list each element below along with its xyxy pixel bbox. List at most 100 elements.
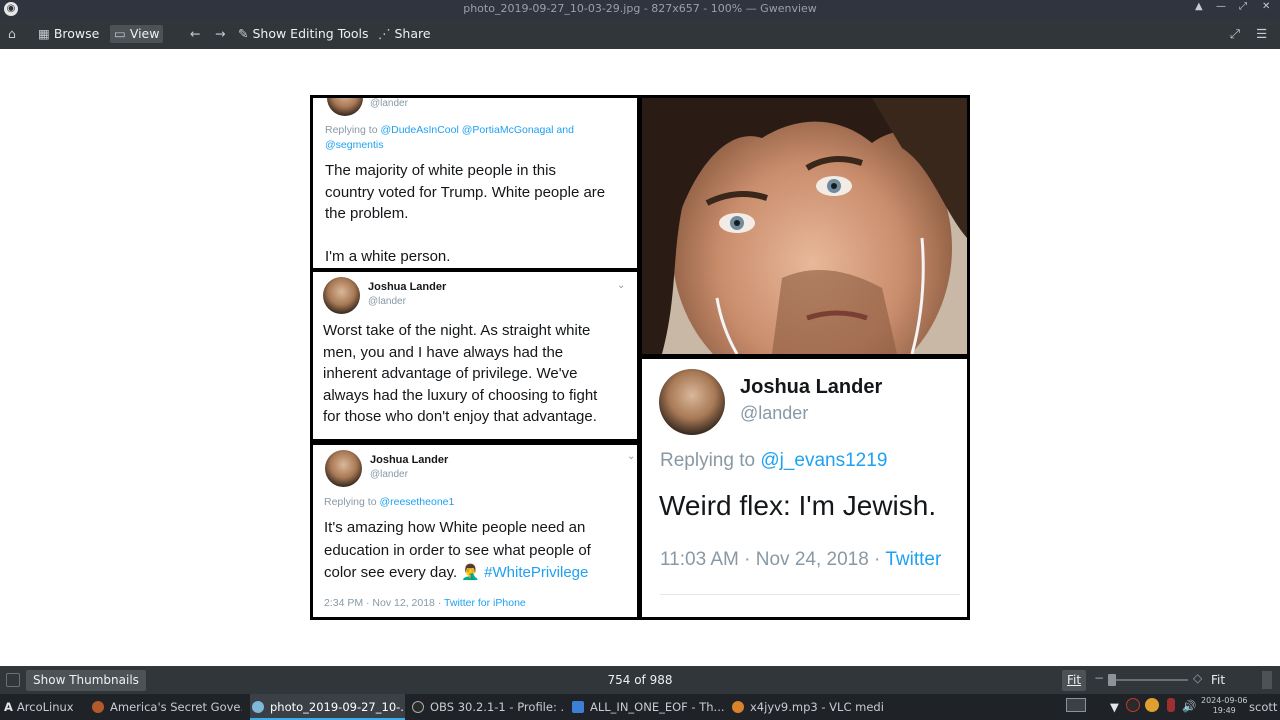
tweet-line: The majority of white people in this	[325, 162, 556, 179]
tweet-author-name: Joshua Lander	[368, 281, 447, 293]
task-vlc[interactable]: x4jyv9.mp3 - VLC medi...	[732, 700, 884, 714]
tweet-line: education in order to see what people of	[324, 541, 591, 559]
replying-to-link: @DudeAsInCool @PortiaMcGonagal and	[380, 124, 574, 136]
keep-above-icon[interactable]: ▲	[1195, 1, 1203, 12]
displayed-photo: @lander Replying to @DudeAsInCool @Porti…	[310, 95, 970, 620]
zoom-slider-handle[interactable]	[1108, 674, 1116, 686]
chevron-down-icon: ⌄	[627, 451, 636, 462]
zoom-slider[interactable]	[1108, 679, 1188, 681]
tweet-line: for those who don't enjoy that advantage…	[323, 408, 597, 425]
share-label: Share	[394, 26, 431, 41]
task-label: photo_2019-09-27_10-...	[270, 700, 405, 714]
tweet-line: inherent advantage of privilege. We've	[323, 365, 578, 382]
scroll-handle[interactable]	[1262, 671, 1272, 689]
selfie-image	[642, 98, 967, 354]
fit-dropdown[interactable]: Fit	[1211, 673, 1225, 687]
tweet-handle: @lander	[370, 98, 408, 109]
tweet-panel-4: Joshua Lander @lander Replying to @j_eva…	[642, 359, 967, 617]
vlc-icon	[732, 701, 744, 713]
task-label: ALL_IN_ONE_EOF - Th...	[590, 700, 724, 714]
tweet-line: It's amazing how White people need an	[324, 519, 586, 536]
browse-button[interactable]: ▦ Browse	[38, 25, 99, 43]
edit-tools-icon: ✎	[238, 26, 249, 41]
menu-icon: ☰	[1256, 26, 1268, 41]
clock[interactable]: 2024-09-06 19:49	[1201, 696, 1248, 716]
tweet-line: the problem.	[325, 205, 409, 222]
vlc-tray-icon[interactable]	[1145, 698, 1159, 712]
arcolinux-logo-icon: A	[4, 700, 13, 714]
fullscreen-icon: ⤢	[1230, 26, 1241, 41]
tweet-body: The majority of white people in this cou…	[325, 160, 635, 268]
divider	[660, 594, 960, 595]
selfie-photo	[642, 98, 967, 354]
share-button[interactable]: ⋰ Share	[378, 25, 431, 43]
window-title: photo_2019-09-27_10-03-29.jpg - 827x657 …	[463, 2, 817, 15]
fullscreen-button[interactable]: ⤢	[1230, 25, 1244, 43]
start-menu-button[interactable]: A ArcoLinux	[4, 700, 74, 714]
volume-icon[interactable]: 🔊	[1182, 699, 1196, 713]
tweet-handle: @lander	[368, 296, 406, 307]
task-file-manager[interactable]: ALL_IN_ONE_EOF - Th...	[572, 700, 724, 714]
tweet-meta: 2:34 PM · Nov 12, 2018 · Twitter for iPh…	[324, 597, 526, 609]
maximize-icon[interactable]: ⤢	[1239, 1, 1247, 12]
tweet-line: color see every day. 🤦‍♂️ #WhitePrivileg…	[324, 562, 636, 585]
folder-icon	[572, 701, 584, 713]
desktop-pager-icon[interactable]	[1066, 698, 1086, 712]
replying-to-link: @reesetheone1	[379, 496, 455, 508]
fit-button[interactable]: Fit	[1062, 670, 1087, 691]
tweet-time: 11:03 AM · Nov 24, 2018 ·	[660, 549, 886, 570]
arrow-right-icon: →	[215, 26, 226, 41]
tweet-author-name: Joshua Lander	[370, 454, 449, 466]
microphone-icon[interactable]	[1167, 698, 1175, 712]
task-firefox[interactable]: America's Secret Gove...	[92, 700, 242, 714]
tweet-body: Weird flex: I'm Jewish.	[659, 490, 937, 521]
zoom-out-icon[interactable]: −	[1094, 671, 1104, 685]
arrow-left-icon: ←	[190, 26, 201, 41]
tweet-line: country voted for Trump. White people ar…	[325, 183, 606, 201]
obs-tray-icon[interactable]	[1126, 698, 1140, 712]
back-button[interactable]: ←	[190, 25, 204, 43]
tweet-panel-3: Joshua Lander @lander ⌄ Replying to @ree…	[313, 445, 637, 617]
user-label[interactable]: scott	[1249, 700, 1277, 714]
obs-icon	[412, 701, 424, 713]
tweet-panel-2: Joshua Lander @lander ⌄ Worst take of th…	[313, 272, 637, 439]
view-button[interactable]: ▭ View	[110, 25, 164, 43]
main-toolbar: ⌂ ▦ Browse ▭ View ← → ✎ Show Editing Tools …	[0, 18, 1280, 49]
start-label: ArcoLinux	[16, 700, 74, 714]
tweet-body: It's amazing how White people need an ed…	[324, 517, 636, 585]
window-titlebar: ◉ photo_2019-09-27_10-03-29.jpg - 827x65…	[0, 0, 1280, 18]
network-icon[interactable]: ▼	[1110, 700, 1119, 714]
minimize-icon[interactable]: —	[1216, 1, 1226, 12]
tweet-source: Twitter	[885, 549, 942, 570]
chevron-down-icon: ⌄	[617, 280, 626, 291]
replying-prefix: Replying to	[325, 124, 381, 136]
replying-line: Replying to @j_evans1219	[660, 450, 887, 472]
clock-date: 2024-09-06	[1201, 696, 1248, 705]
tweet-line: Worst take of the night. As straight whi…	[323, 322, 591, 339]
forward-button[interactable]: →	[215, 25, 229, 43]
show-editing-tools-button[interactable]: ✎ Show Editing Tools	[238, 25, 369, 43]
taskbar: A ArcoLinux America's Secret Gove... phot…	[0, 694, 1280, 720]
browse-label: Browse	[53, 26, 100, 41]
hashtag-link: #WhitePrivilege	[484, 564, 589, 581]
hamburger-menu-button[interactable]: ☰	[1256, 25, 1271, 43]
tweet-handle: @lander	[370, 469, 408, 480]
avatar	[325, 450, 362, 487]
avatar	[659, 369, 725, 435]
gwenview-icon	[252, 701, 264, 713]
task-gwenview[interactable]: photo_2019-09-27_10-...	[250, 694, 405, 720]
replying-prefix: Replying to	[324, 496, 380, 508]
replying-to-link: @j_evans1219	[760, 450, 888, 471]
tweet-source: Twitter for iPhone	[444, 597, 526, 609]
task-label: OBS 30.2.1-1 - Profile: ...	[430, 700, 565, 714]
replying-to-link-2: @segmentis	[325, 139, 384, 151]
home-button[interactable]: ⌂	[8, 25, 20, 43]
zoom-spin-icon[interactable]: ◇	[1193, 671, 1202, 685]
close-icon[interactable]: ✕	[1262, 1, 1270, 12]
replying-prefix: Replying to	[660, 450, 761, 471]
replying-line: Replying to @DudeAsInCool @PortiaMcGonag…	[325, 124, 574, 136]
tweet-line: men, you and I have always had the	[323, 343, 564, 361]
image-counter: 754 of 988	[607, 673, 673, 687]
task-obs[interactable]: OBS 30.2.1-1 - Profile: ...	[412, 700, 565, 714]
